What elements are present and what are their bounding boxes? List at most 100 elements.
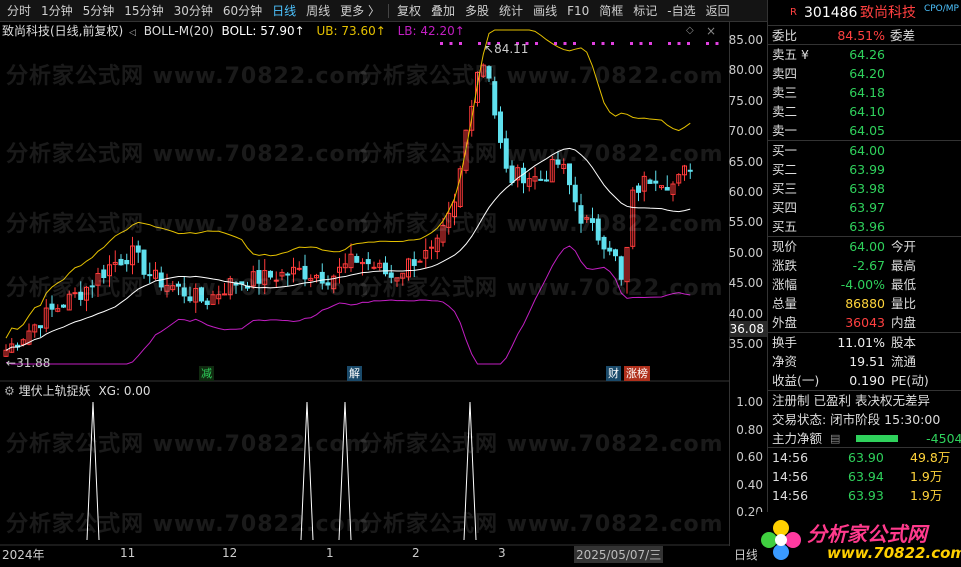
flow-value: -4504万 bbox=[926, 431, 961, 446]
candle-body bbox=[544, 179, 549, 182]
trade-price: 63.94 bbox=[848, 469, 884, 484]
stock-chart-app: 分时 1分钟 5分钟 15分钟 30分钟 60分钟 日线 周线 更多 〉复权 叠加 多股 统计 画线 F1… bbox=[0, 0, 961, 567]
logo-title: 分析家公式网 bbox=[807, 522, 927, 546]
candle-body bbox=[181, 287, 187, 297]
list-icon[interactable]: ▤ bbox=[830, 429, 840, 448]
candle-body bbox=[61, 304, 66, 308]
xg-value: XG: 0.00 bbox=[98, 384, 151, 398]
stat-label-2: 最低 bbox=[891, 277, 917, 292]
kline-chart[interactable] bbox=[0, 0, 729, 546]
stock-code[interactable]: 301486 bbox=[804, 0, 857, 26]
formula-name[interactable]: 埋伏上轨捉妖 bbox=[19, 384, 91, 398]
candle-body bbox=[187, 296, 193, 302]
badge-jie[interactable]: 解 bbox=[347, 366, 362, 381]
candle-body bbox=[147, 274, 153, 277]
ask-row: 卖三 64.18 bbox=[768, 83, 961, 102]
candle-body bbox=[273, 279, 279, 282]
bid-row: 买五 63.96 bbox=[768, 217, 961, 236]
price-tick: 65.00 bbox=[728, 154, 763, 169]
stat-label-2: 量比 bbox=[891, 296, 917, 311]
date-tick: 2025/05/07/三 bbox=[574, 546, 664, 563]
candle-body bbox=[578, 205, 584, 224]
badge-jian[interactable]: 减 bbox=[199, 366, 214, 381]
concept-tag[interactable]: CPO/MP bbox=[924, 0, 959, 22]
badge-cai[interactable]: 财 bbox=[606, 366, 621, 381]
signal-marker bbox=[601, 42, 605, 45]
candle-body bbox=[607, 247, 613, 252]
date-tick: 3 bbox=[498, 546, 506, 560]
signal-marker bbox=[449, 42, 453, 45]
candle-body bbox=[388, 272, 394, 278]
candle-body bbox=[222, 293, 227, 296]
site-logo: 分析家公式网 www.70822.com bbox=[757, 512, 961, 567]
signal-marker bbox=[715, 42, 719, 45]
candle-body bbox=[256, 270, 262, 284]
candle-body bbox=[176, 283, 181, 287]
candle-body bbox=[365, 259, 371, 265]
candle-body bbox=[417, 260, 423, 263]
badge-zhangbang[interactable]: 涨榜 bbox=[624, 366, 650, 381]
lb-line bbox=[5, 245, 691, 365]
stat-row-2: 收益(一) 0.190 PE(动) bbox=[768, 371, 961, 390]
date-tick: 2024年 bbox=[2, 548, 45, 562]
bid-book: 买一 64.00 买二 63.99 买三 63.98 买四 63.97 买五 63.96 bbox=[768, 141, 961, 237]
candle-body bbox=[78, 291, 84, 300]
bid-row: 买二 63.99 bbox=[768, 160, 961, 179]
candle-body bbox=[38, 325, 43, 329]
trade-price: 63.90 bbox=[848, 450, 884, 465]
xg-signal-spike bbox=[463, 401, 477, 541]
ask-row: 卖一 64.05 bbox=[768, 121, 961, 140]
stat-label: 换手 bbox=[772, 335, 798, 350]
stat-value: 86880 bbox=[845, 296, 885, 311]
candle-body bbox=[204, 300, 210, 305]
trade-time: 14:56 bbox=[772, 450, 809, 465]
candle-body bbox=[636, 185, 641, 193]
low-price-label: ←31.88 bbox=[6, 356, 51, 370]
flow-row: 主力净额 ▤ -4504万 bbox=[768, 429, 961, 448]
price-tick: 35.00 bbox=[728, 337, 763, 351]
signal-marker bbox=[478, 42, 481, 45]
ub-line bbox=[5, 29, 691, 339]
candle-body bbox=[383, 262, 388, 275]
stock-name[interactable]: 致尚科技 bbox=[860, 0, 916, 26]
logo-url: www.70822.com bbox=[827, 544, 961, 562]
signal-marker bbox=[554, 42, 557, 45]
candle-body bbox=[89, 285, 95, 288]
trade-price: 63.93 bbox=[848, 488, 884, 503]
price-tick: 75.00 bbox=[728, 93, 763, 108]
tags-row: 注册制 已盈利 表决权无差异 bbox=[772, 393, 930, 408]
candle-body bbox=[687, 169, 693, 172]
signal-marker bbox=[573, 42, 576, 45]
gear-icon[interactable]: ⚙ bbox=[4, 384, 15, 398]
bid-row: 买四 63.97 bbox=[768, 198, 961, 217]
candle-body bbox=[268, 270, 273, 278]
candle-body bbox=[664, 187, 670, 191]
stat-value: 64.00 bbox=[849, 239, 885, 254]
signal-marker bbox=[677, 42, 681, 45]
candle-body bbox=[199, 287, 204, 302]
stat-label: 涨跌 bbox=[772, 258, 798, 273]
xg-signal-spike bbox=[338, 401, 352, 541]
weibi-value: 84.51% bbox=[837, 28, 885, 43]
stat-row: 总量 86880 量比 bbox=[768, 294, 961, 313]
stat-row-2: 净资 19.51 流通 bbox=[768, 352, 961, 371]
ask-label: 卖四 bbox=[772, 66, 798, 81]
ask-label: 卖五 ¥ bbox=[772, 47, 809, 62]
candle-body bbox=[101, 269, 107, 279]
price-axis: 85.00 80.00 75.00 70.00 65.00 60.00 55.00 50.00… bbox=[729, 22, 767, 546]
candle-body bbox=[509, 165, 515, 183]
signal-marker bbox=[687, 42, 690, 45]
stat-label-2: 今开 bbox=[891, 239, 917, 254]
signal-tick: 0.60 bbox=[736, 450, 763, 465]
price-tick: 60.00 bbox=[728, 185, 763, 199]
trade-time: 14:56 bbox=[772, 488, 809, 503]
ask-price: 64.26 bbox=[849, 47, 885, 62]
stats-block-2: 换手 11.01% 股本 净资 19.51 流通 收益(一) 0.190 PE(动) bbox=[768, 333, 961, 391]
stat-label: 总量 bbox=[772, 296, 798, 311]
candle-body bbox=[590, 218, 595, 223]
current-price-tag: 36.08 bbox=[729, 321, 767, 337]
candle-body bbox=[572, 184, 578, 203]
bid-label: 买一 bbox=[772, 143, 798, 158]
signal-marker bbox=[440, 42, 443, 45]
candle-body bbox=[567, 163, 572, 186]
